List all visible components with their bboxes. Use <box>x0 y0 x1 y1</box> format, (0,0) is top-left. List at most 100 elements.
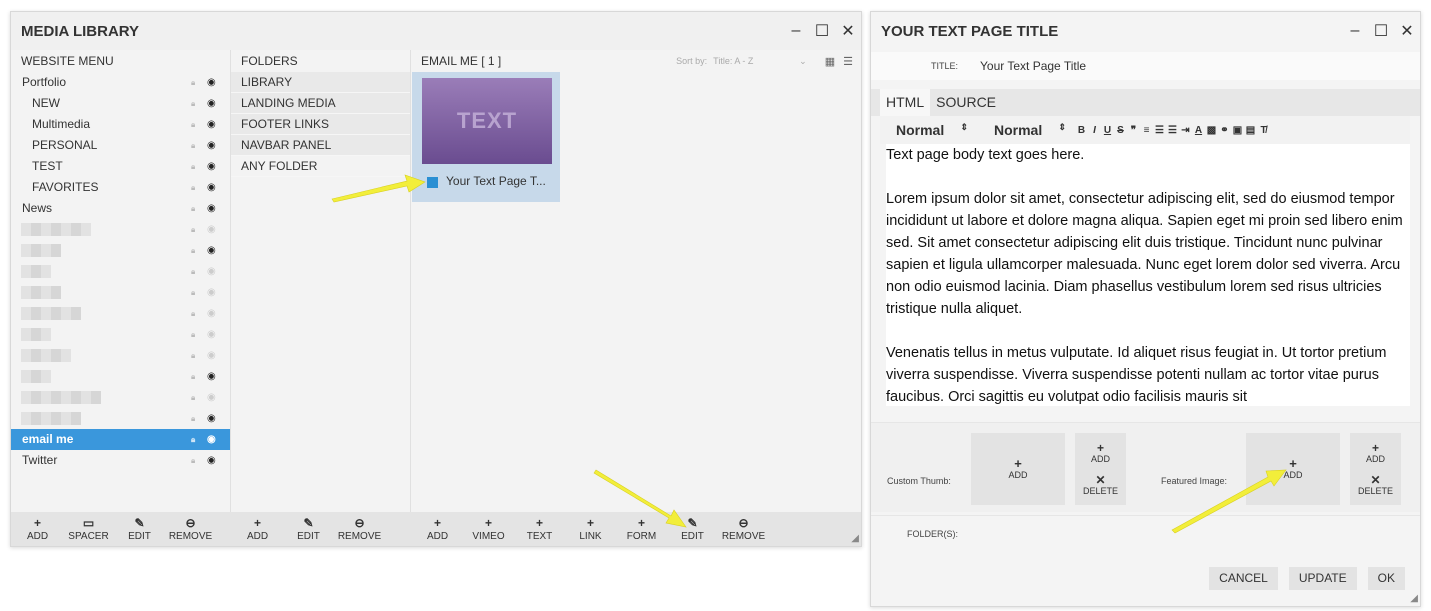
eye-icon[interactable]: ◉ <box>207 408 216 429</box>
menu-item-redacted[interactable]: 🔒︎ ◉ <box>11 282 230 303</box>
add-featured-button[interactable]: + ADD <box>1366 442 1385 464</box>
menu-item-redacted[interactable]: 🔒︎ ◉ <box>11 303 230 324</box>
text-button[interactable]: + TEXT <box>514 512 565 546</box>
spacer-button[interactable]: ▭ SPACER <box>63 512 114 546</box>
vimeo-button[interactable]: + VIMEO <box>463 512 514 546</box>
lock-icon[interactable]: 🔒︎ <box>191 72 195 93</box>
resize-handle-icon[interactable]: ◢ <box>851 533 859 544</box>
tab-html[interactable]: HTML <box>880 89 931 116</box>
align-icon[interactable]: ≡ <box>1141 125 1152 136</box>
link-button[interactable]: + LINK <box>565 512 616 546</box>
lock-icon[interactable]: 🔒︎ <box>191 345 195 366</box>
add-menu-button[interactable]: + ADD <box>12 512 63 546</box>
clear-format-icon[interactable]: T̸ <box>1258 125 1269 136</box>
eye-icon[interactable]: ◉ <box>207 303 216 324</box>
minimize-icon[interactable]: – <box>783 12 809 50</box>
eye-icon[interactable]: ◉ <box>207 450 216 471</box>
menu-item-redacted[interactable]: 🔒︎ ◉ <box>11 345 230 366</box>
menu-item[interactable]: PERSONAL 🔒︎ ◉ <box>11 135 230 156</box>
minimize-icon[interactable]: – <box>1342 12 1368 50</box>
lock-icon[interactable]: 🔒︎ <box>191 429 195 450</box>
delete-thumb-button[interactable]: ✕ DELETE <box>1083 474 1118 496</box>
text-color-icon[interactable]: A <box>1193 125 1204 136</box>
link-icon[interactable]: ⚭ <box>1219 125 1230 136</box>
menu-item-redacted[interactable]: 🔒︎ ◉ <box>11 219 230 240</box>
folder-item[interactable]: LIBRARY <box>231 72 410 93</box>
eye-icon[interactable]: ◉ <box>207 93 216 114</box>
eye-icon[interactable]: ◉ <box>207 219 216 240</box>
eye-icon[interactable]: ◉ <box>207 72 216 93</box>
background-color-icon[interactable]: ▩ <box>1206 125 1217 136</box>
eye-icon[interactable]: ◉ <box>207 156 216 177</box>
editor-body[interactable]: Text page body text goes here. Lorem ips… <box>886 144 1410 406</box>
menu-item-redacted[interactable]: 🔒︎ ◉ <box>11 387 230 408</box>
close-icon[interactable]: ✕ <box>835 12 861 50</box>
maximize-icon[interactable]: ☐ <box>1368 12 1394 50</box>
add-thumb-button[interactable]: + ADD <box>1091 442 1110 464</box>
lock-icon[interactable]: 🔒︎ <box>191 156 195 177</box>
list-view-icon[interactable]: ☰ <box>843 55 853 68</box>
eye-icon[interactable]: ◉ <box>207 198 216 219</box>
folder-item[interactable]: FOOTER LINKS <box>231 114 410 135</box>
lock-icon[interactable]: 🔒︎ <box>191 324 195 345</box>
menu-item-selected[interactable]: email me 🔒︎ ◉ <box>11 429 230 450</box>
folder-item[interactable]: LANDING MEDIA <box>231 93 410 114</box>
resize-handle-icon[interactable]: ◢ <box>1410 593 1418 604</box>
eye-icon[interactable]: ◉ <box>207 261 216 282</box>
video-icon[interactable]: ▤ <box>1245 125 1256 136</box>
title-input[interactable] <box>971 55 1411 77</box>
menu-item[interactable]: FAVORITES 🔒︎ ◉ <box>11 177 230 198</box>
media-tile[interactable]: TEXT Your Text Page T... <box>412 72 560 202</box>
cancel-button[interactable]: CANCEL <box>1209 567 1278 590</box>
lock-icon[interactable]: 🔒︎ <box>191 135 195 156</box>
folder-item[interactable]: ANY FOLDER <box>231 156 410 177</box>
eye-icon[interactable]: ◉ <box>207 324 216 345</box>
image-icon[interactable]: ▣ <box>1232 125 1243 136</box>
remove-item-button[interactable]: ⊖ REMOVE <box>718 512 769 546</box>
remove-folder-button[interactable]: ⊖ REMOVE <box>334 512 385 546</box>
menu-item[interactable]: NEW 🔒︎ ◉ <box>11 93 230 114</box>
sort-control[interactable]: Sort by: Title: A - Z ⌄ ▦ ☰ <box>676 50 861 72</box>
lock-icon[interactable]: 🔒︎ <box>191 114 195 135</box>
eye-icon[interactable]: ◉ <box>207 177 216 198</box>
bullet-list-icon[interactable]: ☰ <box>1167 125 1178 136</box>
eye-icon[interactable]: ◉ <box>207 345 216 366</box>
lock-icon[interactable]: 🔒︎ <box>191 282 195 303</box>
lock-icon[interactable]: 🔒︎ <box>191 450 195 471</box>
chevron-down-icon[interactable]: ⌄ <box>799 56 807 67</box>
ordered-list-icon[interactable]: ☰ <box>1154 125 1165 136</box>
eye-icon[interactable]: ◉ <box>207 387 216 408</box>
lock-icon[interactable]: 🔒︎ <box>191 198 195 219</box>
lock-icon[interactable]: 🔒︎ <box>191 93 195 114</box>
menu-item-redacted[interactable]: 🔒︎ ◉ <box>11 324 230 345</box>
quote-icon[interactable]: ❞ <box>1128 125 1139 136</box>
folder-item[interactable]: NAVBAR PANEL <box>231 135 410 156</box>
lock-icon[interactable]: 🔒︎ <box>191 177 195 198</box>
menu-item-redacted[interactable]: 🔒︎ ◉ <box>11 408 230 429</box>
update-button[interactable]: UPDATE <box>1288 567 1357 590</box>
eye-icon[interactable]: ◉ <box>207 135 216 156</box>
menu-item-redacted[interactable]: 🔒︎ ◉ <box>11 261 230 282</box>
lock-icon[interactable]: 🔒︎ <box>191 240 195 261</box>
menu-item[interactable]: TEST 🔒︎ ◉ <box>11 156 230 177</box>
lock-icon[interactable]: 🔒︎ <box>191 219 195 240</box>
lock-icon[interactable]: 🔒︎ <box>191 366 195 387</box>
eye-icon[interactable]: ◉ <box>207 429 216 450</box>
tile-checkbox[interactable] <box>427 177 438 188</box>
remove-menu-button[interactable]: ⊖ REMOVE <box>165 512 216 546</box>
eye-icon[interactable]: ◉ <box>207 282 216 303</box>
indent-icon[interactable]: ⇥ <box>1180 125 1191 136</box>
custom-thumb-dropzone[interactable]: + ADD <box>971 433 1065 505</box>
menu-item-redacted[interactable]: 🔒︎ ◉ <box>11 366 230 387</box>
close-icon[interactable]: ✕ <box>1394 12 1420 50</box>
grid-view-icon[interactable]: ▦ <box>825 55 835 68</box>
eye-icon[interactable]: ◉ <box>207 366 216 387</box>
menu-item-redacted[interactable]: 🔒︎ ◉ <box>11 240 230 261</box>
eye-icon[interactable]: ◉ <box>207 114 216 135</box>
add-folder-button[interactable]: + ADD <box>232 512 283 546</box>
edit-menu-button[interactable]: ✎ EDIT <box>114 512 165 546</box>
italic-icon[interactable]: I <box>1089 125 1100 136</box>
menu-item[interactable]: News 🔒︎ ◉ <box>11 198 230 219</box>
lock-icon[interactable]: 🔒︎ <box>191 303 195 324</box>
underline-icon[interactable]: U <box>1102 125 1113 136</box>
